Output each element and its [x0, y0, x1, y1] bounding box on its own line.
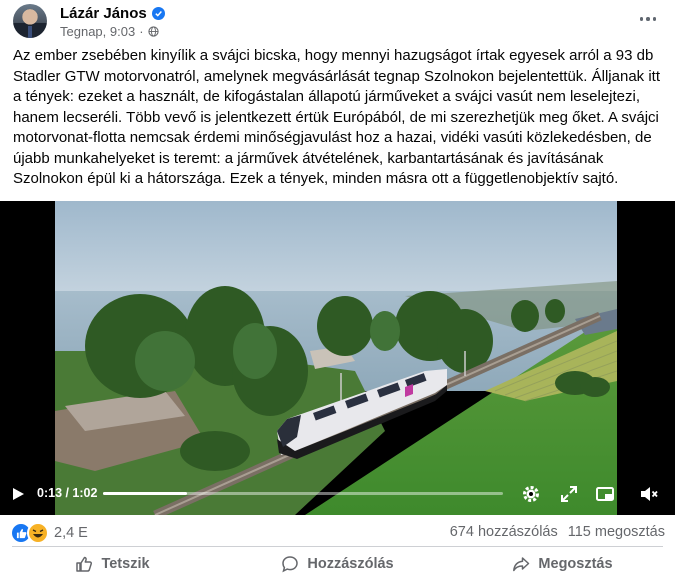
- haha-reaction-icon: [27, 522, 49, 544]
- verified-icon: [151, 6, 165, 20]
- post-timestamp[interactable]: Tegnap, 9:03: [60, 24, 135, 39]
- author-name[interactable]: Lázár János: [60, 5, 147, 22]
- video-player[interactable]: 0:13 / 1:02: [0, 201, 675, 515]
- post-text: Az ember zsebében kinyílik a svájci bics…: [13, 47, 660, 187]
- post-card: Lázár János Tegnap, 9:03 · Az ember zseb…: [0, 0, 675, 580]
- meta-separator: ·: [139, 23, 144, 39]
- video-frame: [55, 201, 617, 515]
- comment-button[interactable]: Hozzászólás: [225, 549, 450, 579]
- globe-icon: [147, 25, 159, 37]
- comment-label: Hozzászólás: [307, 556, 394, 572]
- share-icon: [513, 557, 530, 572]
- comment-icon: [282, 556, 299, 573]
- settings-icon[interactable]: [521, 484, 541, 504]
- more-options-button[interactable]: [636, 10, 660, 28]
- video-progress-bar[interactable]: [103, 492, 503, 495]
- like-icon: [76, 556, 93, 572]
- divider: [12, 546, 663, 547]
- avatar[interactable]: [13, 4, 47, 38]
- share-button[interactable]: Megosztás: [450, 549, 675, 579]
- post-meta: Tegnap, 9:03 ·: [60, 23, 159, 39]
- action-bar: Tetszik Hozzászólás Megosztás: [0, 549, 675, 579]
- engagement-stats: 674 hozzászólás 115 megosztás: [450, 524, 665, 540]
- mute-icon[interactable]: [639, 484, 659, 504]
- more-icon: [639, 17, 644, 21]
- miniplayer-icon[interactable]: [595, 484, 615, 504]
- share-label: Megosztás: [538, 556, 613, 572]
- like-label: Tetszik: [101, 556, 150, 572]
- share-count[interactable]: 115 megosztás: [568, 524, 665, 540]
- reaction-count[interactable]: 2,4 E: [54, 525, 88, 541]
- reaction-summary[interactable]: 2,4 E: [10, 522, 88, 544]
- like-button[interactable]: Tetszik: [0, 549, 225, 579]
- post-header: Lázár János Tegnap, 9:03 ·: [0, 0, 675, 44]
- comment-count[interactable]: 674 hozzászólás: [450, 524, 558, 540]
- play-icon[interactable]: [11, 487, 25, 501]
- fullscreen-icon[interactable]: [559, 484, 579, 504]
- video-time: 0:13 / 1:02: [37, 486, 98, 500]
- video-progress-fill: [103, 492, 187, 495]
- author-row: Lázár János: [60, 4, 165, 22]
